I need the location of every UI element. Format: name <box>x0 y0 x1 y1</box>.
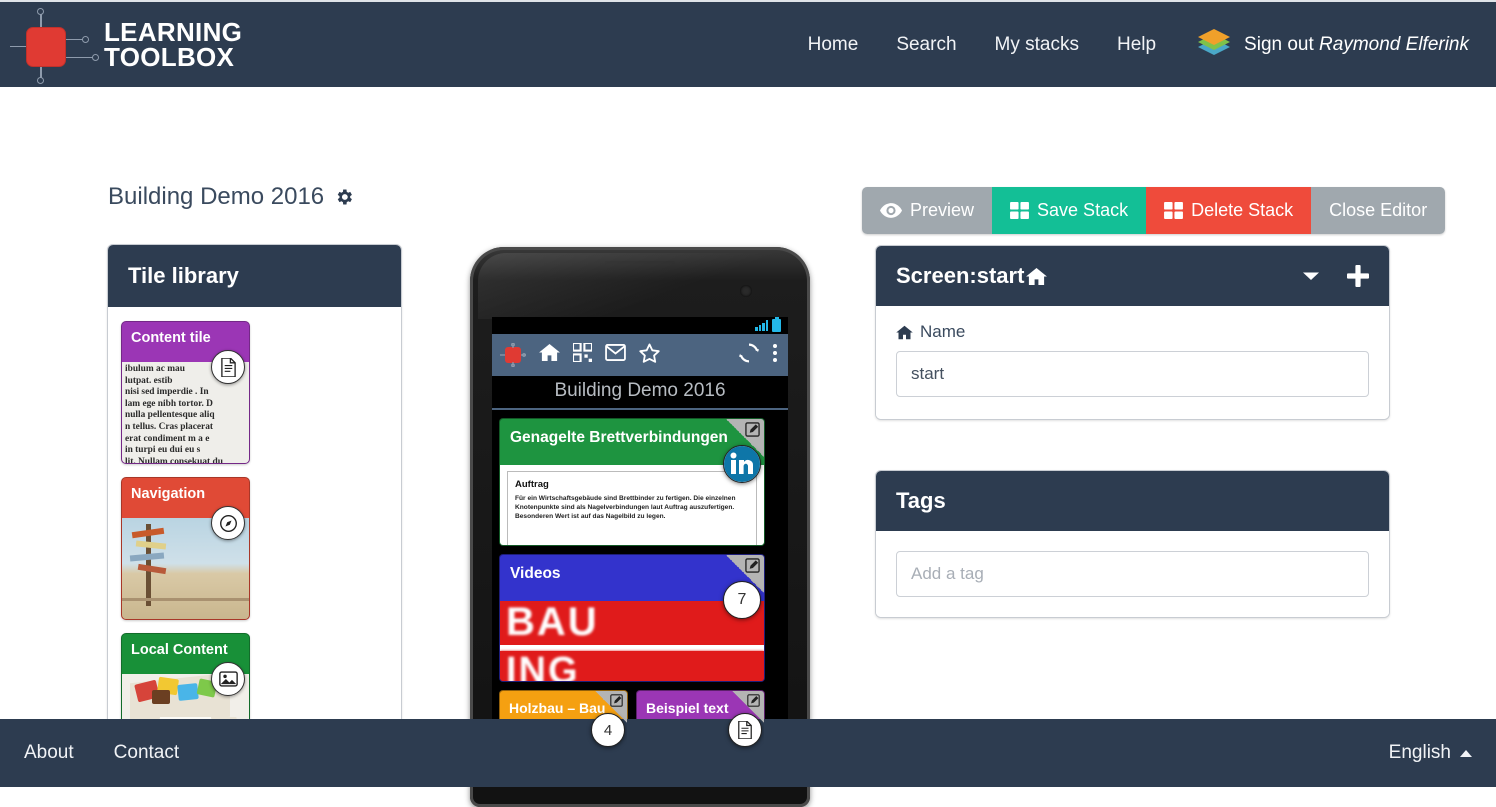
tags-panel-header: Tags <box>876 471 1389 531</box>
brand-line-2: TOOLBOX <box>104 41 235 72</box>
tags-panel-body <box>876 531 1389 617</box>
phone-tile-videos[interactable]: Videos BAU ING 7 <box>499 554 765 682</box>
linkedin-icon <box>723 445 761 483</box>
stack-title-text: Building Demo 2016 <box>108 183 325 210</box>
sign-out-button[interactable]: Sign out Raymond Elferink <box>1194 27 1469 62</box>
save-stack-label: Save Stack <box>1037 200 1129 220</box>
caret-up-icon <box>1460 749 1472 757</box>
editor-toolbar: Preview Save Stack Delete Stack Close Ed… <box>862 187 1446 234</box>
add-tag-input[interactable] <box>896 551 1369 597</box>
library-tile-content-tile[interactable]: Content tile ibulum ac mau lutpat. estib… <box>121 321 250 464</box>
learning-toolbox-logo-icon <box>10 7 99 84</box>
page-title: Building Demo 2016 <box>108 183 354 211</box>
th-large-icon <box>1164 202 1184 219</box>
gear-icon[interactable] <box>334 187 354 207</box>
phone-preview: Building Demo 2016 Genagelte Brettverbin… <box>470 247 810 807</box>
kebab-menu-icon[interactable] <box>772 343 778 368</box>
content-heading: Auftrag <box>515 479 549 490</box>
picture-icon <box>211 662 245 696</box>
screen-panel-header: Screen: start <box>876 246 1389 306</box>
phone-tile-count-badge: 7 <box>723 581 761 619</box>
qrcode-icon[interactable] <box>571 341 594 367</box>
content-card: Auftrag Für ein Wirtschaftsgebäude sind … <box>507 471 757 545</box>
document-icon <box>211 350 245 384</box>
battery-icon <box>772 317 781 332</box>
phone-app-title: Building Demo 2016 <box>492 376 788 410</box>
screen-panel-title: Screen: start <box>896 263 1048 289</box>
brand-logo[interactable]: LEARNING TOOLBOX <box>10 7 243 84</box>
preview-label: Preview <box>910 200 975 220</box>
th-large-icon <box>1010 202 1029 219</box>
screen-panel-title-value: start <box>976 263 1025 288</box>
phone-camera <box>740 285 752 297</box>
footer-link-about[interactable]: About <box>24 742 74 764</box>
close-editor-button[interactable]: Close Editor <box>1311 187 1446 234</box>
nav-item-help[interactable]: Help <box>1117 34 1156 56</box>
phone-tile-content: Auftrag Für ein Wirtschaftsgebäude sind … <box>500 465 764 545</box>
delete-stack-label: Delete Stack <box>1191 200 1294 220</box>
phone-tile-grid: Genagelte Brettverbindungen Auftrag Für … <box>492 410 788 767</box>
compass-icon <box>211 506 245 540</box>
main-content-area: Building Demo 2016 Tile library Content … <box>0 87 1496 807</box>
plus-icon[interactable] <box>1347 265 1369 287</box>
phone-tile-count-badge: 4 <box>591 713 625 747</box>
name-field-label: Name <box>896 322 1369 342</box>
brand-name: LEARNING TOOLBOX <box>104 16 243 72</box>
user-name: Raymond Elferink <box>1319 33 1469 55</box>
stack-layers-icon <box>1194 27 1234 62</box>
sign-out-label: Sign out Raymond Elferink <box>1244 34 1469 56</box>
screen-panel-actions <box>1303 265 1369 287</box>
tags-panel: Tags <box>875 470 1390 618</box>
eye-icon <box>880 203 902 218</box>
home-icon <box>1026 267 1048 286</box>
footer-link-contact[interactable]: Contact <box>114 742 179 764</box>
document-icon <box>728 713 762 747</box>
star-icon[interactable] <box>639 343 660 368</box>
sign-out-prefix: Sign out <box>1244 33 1320 55</box>
close-editor-label: Close Editor <box>1329 200 1428 220</box>
screen-panel-body: Name <box>876 306 1389 419</box>
delete-stack-button[interactable]: Delete Stack <box>1146 187 1312 234</box>
nav-item-home[interactable]: Home <box>808 34 859 56</box>
nav-links: Home Search My stacks Help Sign out Raym… <box>808 27 1496 62</box>
tile-library-panel: Tile library Content tile ibulum ac mau … <box>107 244 402 767</box>
tile-library-title: Tile library <box>108 245 401 307</box>
phone-app-bar <box>492 334 788 376</box>
home-icon <box>896 325 913 340</box>
phone-tile-genagelte-brettverbindungen[interactable]: Genagelte Brettverbindungen Auftrag Für … <box>499 418 765 546</box>
library-tile-navigation[interactable]: Navigation <box>121 477 250 620</box>
screen-panel: Screen: start Name start <box>875 245 1390 420</box>
preview-button[interactable]: Preview <box>862 187 993 234</box>
chevron-down-icon[interactable] <box>1303 271 1319 281</box>
phone-status-bar <box>492 317 788 334</box>
home-icon[interactable] <box>539 343 560 367</box>
tile-library-grid: Content tile ibulum ac mau lutpat. estib… <box>108 307 401 766</box>
refresh-icon[interactable] <box>739 343 759 368</box>
phone-tile-content: BAU ING <box>500 601 764 681</box>
language-selector[interactable]: English <box>1389 742 1472 764</box>
phone-speaker <box>605 261 675 265</box>
top-navigation-bar: LEARNING TOOLBOX Home Search My stacks H… <box>0 0 1496 87</box>
screen-panel-title-prefix: Screen: <box>896 263 977 288</box>
envelope-icon[interactable] <box>605 344 626 366</box>
language-label: English <box>1388 742 1451 763</box>
nav-item-search[interactable]: Search <box>896 34 956 56</box>
content-text: Für ein Wirtschaftsgebäude sind Brettbin… <box>515 495 736 520</box>
tags-panel-title: Tags <box>896 488 946 513</box>
brand-line-1: LEARNING <box>104 16 243 47</box>
nav-item-my-stacks[interactable]: My stacks <box>995 34 1079 56</box>
save-stack-button[interactable]: Save Stack <box>992 187 1147 234</box>
signal-icon <box>755 320 768 331</box>
screen-name-input[interactable] <box>896 351 1369 397</box>
app-logo-icon[interactable] <box>500 343 526 367</box>
name-label-text: Name <box>920 322 966 341</box>
phone-screen: Building Demo 2016 Genagelte Brettverbin… <box>492 317 788 767</box>
